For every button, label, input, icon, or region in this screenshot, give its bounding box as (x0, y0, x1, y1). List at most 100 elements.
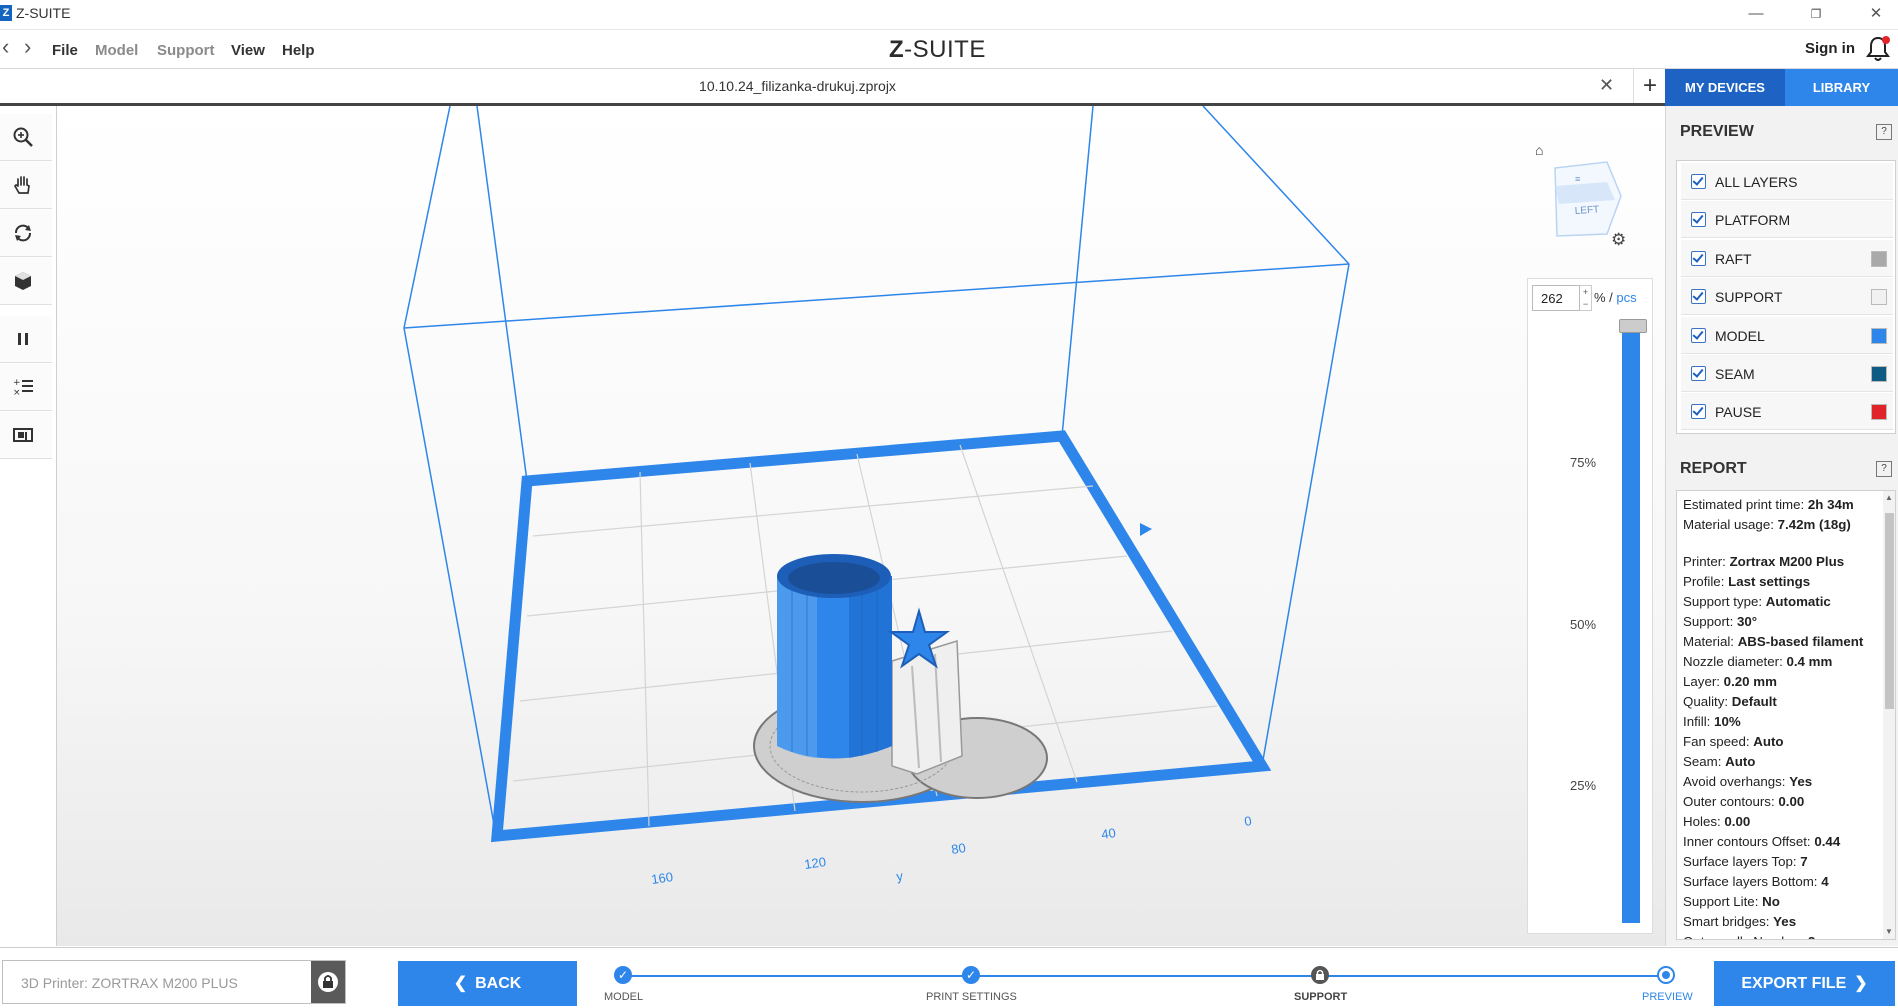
layer-row-model[interactable]: MODEL (1681, 316, 1893, 354)
menu-support[interactable]: Support (157, 42, 215, 59)
menu-model[interactable]: Model (95, 42, 138, 59)
report-setting-label: Avoid overhangs: (1683, 774, 1786, 789)
zoom-unit-toggle[interactable]: % / pcs (1594, 290, 1637, 305)
close-tab-button[interactable]: ✕ (1599, 75, 1614, 96)
3d-viewport[interactable]: 160 120 80 40 0 y ⌂ LEFT ≡ ⚙ (57, 106, 1665, 946)
layer-row-pause[interactable]: PAUSE (1681, 393, 1893, 431)
layer-checkbox[interactable] (1691, 327, 1706, 343)
layer-settings-icon: + × (13, 378, 33, 398)
pause-icon (18, 333, 28, 345)
report-setting-label: Outer contours: (1683, 794, 1775, 809)
svg-text:+: + (13, 378, 21, 388)
report-setting-row: Avoid overhangs: Yes (1683, 774, 1812, 789)
layer-label: PLATFORM (1715, 212, 1791, 229)
layer-row-raft[interactable]: RAFT (1681, 239, 1893, 277)
layer-checkbox[interactable] (1691, 174, 1706, 189)
zoom-minus-button[interactable]: − (1580, 298, 1591, 310)
layer-slider-handle[interactable] (1619, 319, 1647, 333)
menu-file[interactable]: File (52, 42, 78, 59)
layer-checkbox[interactable] (1691, 250, 1706, 266)
layer-checkbox[interactable] (1691, 289, 1706, 305)
pcs-unit[interactable]: pcs (1616, 290, 1636, 305)
layer-color-swatch[interactable] (1871, 404, 1887, 421)
report-scrollbar-thumb[interactable] (1885, 513, 1894, 709)
back-arrow-icon[interactable]: ‹ (2, 34, 9, 60)
sign-in-link[interactable]: Sign in (1805, 40, 1855, 57)
zoom-input[interactable]: 262 (1532, 285, 1580, 311)
axis-label: 0 (1243, 813, 1252, 829)
report-setting-value: Zortrax M200 Plus (1729, 554, 1845, 569)
report-help-icon[interactable]: ? (1876, 461, 1892, 477)
gear-icon[interactable]: ⚙ (1611, 230, 1626, 250)
step-model-check-icon[interactable]: ✓ (614, 966, 632, 984)
preview-help-icon[interactable]: ? (1876, 124, 1892, 140)
home-icon[interactable]: ⌂ (1535, 142, 1543, 158)
pct-unit[interactable]: % / (1594, 290, 1613, 305)
step-preview-current-icon[interactable] (1657, 966, 1675, 984)
layer-color-swatch[interactable] (1871, 250, 1887, 267)
report-setting-row: Printer: Zortrax M200 Plus (1683, 554, 1844, 569)
layer-checkbox[interactable] (1691, 212, 1706, 228)
step-print-settings-check-icon[interactable]: ✓ (962, 966, 980, 984)
zoom-tool-button[interactable] (0, 114, 52, 161)
layer-label: PAUSE (1715, 404, 1762, 421)
forward-arrow-icon[interactable]: › (24, 34, 31, 60)
layer-settings-button[interactable]: + × (0, 364, 52, 411)
slider-mark-75: 75% (1570, 455, 1597, 470)
step-model-label[interactable]: MODEL (604, 991, 643, 1003)
my-devices-tab[interactable]: MY DEVICES (1665, 69, 1785, 106)
layer-color-swatch[interactable] (1871, 327, 1887, 344)
report-setting-value: No (1762, 894, 1780, 909)
back-button[interactable]: ❮ BACK (398, 961, 577, 1006)
pause-tool-button[interactable] (0, 316, 52, 363)
brand-logo: Z-SUITE (889, 36, 986, 64)
app-logo-icon: Z (0, 5, 12, 21)
layer-row-support[interactable]: SUPPORT (1681, 278, 1893, 316)
slider-mark-50: 50% (1570, 617, 1597, 632)
layer-checkbox[interactable] (1691, 404, 1706, 420)
scroll-down-icon[interactable]: ▼ (1885, 927, 1893, 936)
zoom-icon (13, 127, 33, 147)
report-setting-value: 0.20 mm (1723, 674, 1777, 689)
scroll-up-icon[interactable]: ▲ (1885, 493, 1893, 502)
zoom-plus-button[interactable]: + (1580, 286, 1591, 298)
printer-lock-button[interactable] (311, 961, 345, 1003)
zoom-stepper[interactable]: + − (1580, 285, 1592, 311)
report-setting-value: Yes (1789, 774, 1813, 789)
step-print-settings-label[interactable]: PRINT SETTINGS (926, 991, 1017, 1003)
pan-tool-button[interactable] (0, 162, 52, 209)
menu-view[interactable]: View (231, 42, 265, 59)
layer-row-platform[interactable]: PLATFORM (1681, 201, 1893, 239)
printer-select[interactable]: 3D Printer: ZORTRAX M200 PLUS (2, 960, 346, 1004)
layer-slider-track[interactable] (1622, 321, 1640, 923)
close-window-button[interactable]: ✕ (1856, 3, 1896, 25)
layout-tool-button[interactable] (0, 412, 52, 459)
add-tab-button[interactable]: + (1633, 69, 1666, 103)
view-cube[interactable]: ⌂ LEFT ≡ ⚙ (1535, 142, 1626, 249)
step-support-label[interactable]: SUPPORT (1294, 991, 1347, 1003)
notification-bell-icon[interactable] (1865, 35, 1891, 63)
layer-color-swatch[interactable] (1871, 289, 1887, 306)
minimize-button[interactable]: — (1736, 3, 1776, 25)
report-setting-value: 0.4 mm (1786, 654, 1833, 669)
rotate-tool-button[interactable] (0, 210, 52, 257)
window-title: Z-SUITE (16, 5, 71, 21)
layer-row-seam[interactable]: SEAM (1681, 355, 1893, 392)
library-tab[interactable]: LIBRARY (1785, 69, 1898, 106)
layer-row-all-layers[interactable]: ALL LAYERS (1681, 163, 1893, 200)
svg-text:×: × (13, 388, 21, 398)
view-tool-button[interactable] (0, 258, 52, 305)
export-file-button[interactable]: EXPORT FILE ❯ (1714, 961, 1895, 1006)
menu-help[interactable]: Help (282, 42, 315, 59)
restore-button[interactable]: ❐ (1796, 3, 1836, 25)
project-tab-name[interactable]: 10.10.24_filizanka-drukuj.zprojx (600, 78, 995, 94)
build-volume-scene[interactable]: 160 120 80 40 0 y (57, 106, 1665, 946)
report-setting-label: Quality: (1683, 694, 1729, 709)
title-bar: Z Z-SUITE — ❐ ✕ (0, 0, 1898, 30)
report-setting-row: Outer walls Number: 2 (1683, 934, 1815, 939)
layer-color-swatch[interactable] (1871, 366, 1887, 382)
layer-checkbox[interactable] (1691, 366, 1706, 381)
step-preview-label[interactable]: PREVIEW (1642, 991, 1693, 1003)
printer-select-value[interactable]: 3D Printer: ZORTRAX M200 PLUS (21, 975, 238, 991)
step-support-lock-icon[interactable] (1311, 966, 1329, 984)
